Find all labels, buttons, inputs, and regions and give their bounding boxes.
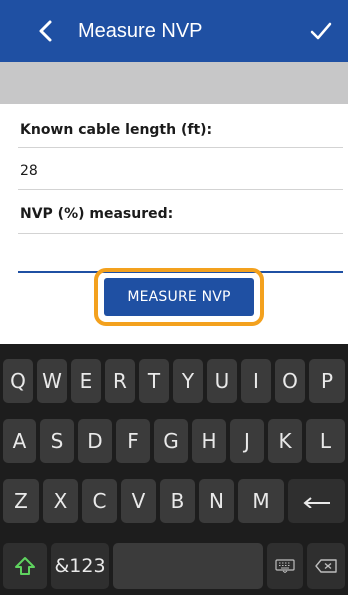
- key-a[interactable]: A: [3, 419, 36, 463]
- shift-arrow-icon: [14, 555, 36, 577]
- key-d[interactable]: D: [78, 419, 112, 463]
- key-o[interactable]: O: [275, 359, 305, 403]
- key-z[interactable]: Z: [3, 479, 39, 523]
- key-g[interactable]: G: [154, 419, 188, 463]
- keyboard-switch-key[interactable]: [267, 543, 303, 589]
- app-bar: Measure NVP: [0, 0, 348, 62]
- measure-nvp-button[interactable]: MEASURE NVP: [104, 278, 254, 316]
- key-p[interactable]: P: [309, 359, 345, 403]
- cable-length-label: Known cable length (ft):: [20, 122, 213, 138]
- key-h[interactable]: H: [192, 419, 226, 463]
- space-key[interactable]: [113, 543, 263, 589]
- key-r[interactable]: R: [105, 359, 135, 403]
- keyboard-icon: [275, 559, 295, 573]
- key-l[interactable]: L: [306, 419, 345, 463]
- key-u[interactable]: U: [207, 359, 237, 403]
- chevron-left-icon[interactable]: [34, 18, 60, 44]
- key-j[interactable]: J: [230, 419, 264, 463]
- key-x[interactable]: X: [43, 479, 78, 523]
- key-c[interactable]: C: [82, 479, 117, 523]
- backspace-icon: [315, 559, 337, 573]
- key-s[interactable]: S: [40, 419, 74, 463]
- divider: [18, 189, 343, 190]
- key-b[interactable]: B: [160, 479, 195, 523]
- symbols-key[interactable]: &123: [51, 543, 109, 589]
- divider: [18, 147, 343, 148]
- enter-arrow-icon: [302, 494, 332, 508]
- cable-length-field[interactable]: 28: [20, 163, 38, 179]
- key-i[interactable]: I: [241, 359, 271, 403]
- enter-key[interactable]: [288, 479, 345, 523]
- divider: [18, 233, 343, 234]
- key-n[interactable]: N: [199, 479, 234, 523]
- key-k[interactable]: K: [268, 419, 302, 463]
- nvp-measured-field[interactable]: [20, 246, 320, 268]
- shift-key[interactable]: [3, 543, 47, 589]
- key-w[interactable]: W: [37, 359, 67, 403]
- key-e[interactable]: E: [71, 359, 101, 403]
- sub-header-bar: [0, 62, 348, 104]
- key-v[interactable]: V: [121, 479, 156, 523]
- key-q[interactable]: Q: [3, 359, 33, 403]
- key-m[interactable]: M: [238, 479, 284, 523]
- checkmark-icon[interactable]: [308, 18, 334, 44]
- key-y[interactable]: Y: [173, 359, 203, 403]
- soft-keyboard: Q W E R T Y U I O P A S D F G H J K L Z …: [0, 344, 348, 595]
- backspace-key[interactable]: [307, 543, 345, 589]
- key-f[interactable]: F: [116, 419, 150, 463]
- page-title: Measure NVP: [78, 20, 203, 42]
- key-t[interactable]: T: [139, 359, 169, 403]
- nvp-measured-label: NVP (%) measured:: [20, 206, 174, 222]
